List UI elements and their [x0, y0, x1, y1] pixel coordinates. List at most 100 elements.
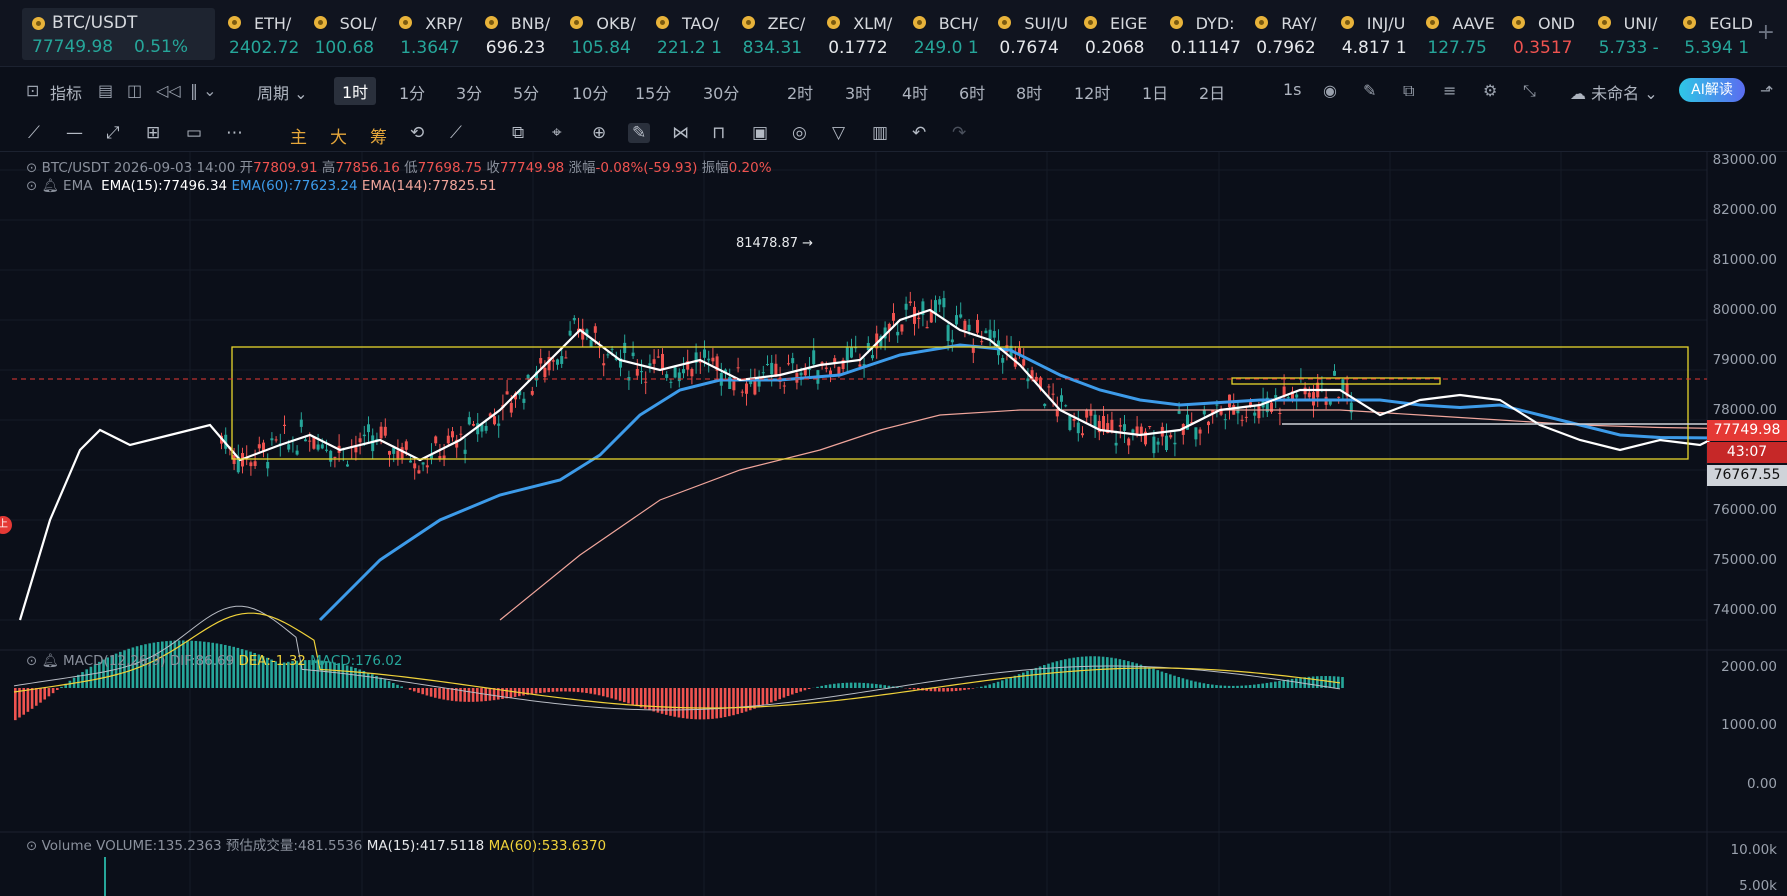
main-ticker[interactable]: BTC/USDT 77749.98 0.51%	[22, 8, 215, 60]
ticker-price[interactable]: 0.7962	[1256, 38, 1315, 58]
period-2日[interactable]: 2日	[1199, 80, 1225, 104]
period-12时[interactable]: 12时	[1074, 80, 1110, 104]
period-2时[interactable]: 2时	[787, 80, 813, 104]
chips-tool[interactable]: 筹	[370, 123, 387, 148]
period-4时[interactable]: 4时	[902, 80, 928, 104]
period-dropdown[interactable]: 周期 ⌄	[257, 80, 308, 104]
period-10分[interactable]: 10分	[572, 80, 608, 104]
ticker-name[interactable]: RAY/	[1281, 14, 1316, 33]
period-8时[interactable]: 8时	[1016, 80, 1042, 104]
fib-icon[interactable]: ⊞	[146, 123, 160, 143]
camera-icon[interactable]: ◉	[1323, 81, 1337, 100]
chart-canvas[interactable]	[0, 152, 1787, 896]
main-tool[interactable]: 主	[290, 123, 307, 148]
period-1分[interactable]: 1分	[399, 80, 425, 104]
period-5分[interactable]: 5分	[513, 80, 539, 104]
ticker-price[interactable]: 0.7674	[999, 38, 1058, 58]
ray-icon[interactable]: ⤢	[106, 123, 120, 143]
ticker-price[interactable]: 5.394 1	[1684, 38, 1749, 58]
chart-area[interactable]: ⊙ BTC/USDT 2026-09-03 14:00 开77809.91 高7…	[0, 152, 1787, 896]
expand-icon[interactable]: ⬏	[1760, 81, 1773, 100]
ticker-price[interactable]: 0.2068	[1085, 38, 1144, 58]
ticker-price[interactable]: 2402.72	[229, 38, 299, 58]
ticker-price[interactable]: 100.68	[315, 38, 374, 58]
ticker-price[interactable]: 0.1772	[828, 38, 887, 58]
ema-toggle-icon[interactable]: ⊙	[26, 178, 37, 194]
ticker-price[interactable]: 127.75	[1427, 38, 1486, 58]
ticker-name[interactable]: OKB/	[596, 14, 635, 33]
calendar-icon[interactable]: ▤	[98, 81, 113, 100]
compress-icon[interactable]: ⤡	[1523, 81, 1536, 101]
lock-icon[interactable]: ⊓	[712, 123, 725, 143]
hide-icon[interactable]: ◎	[792, 123, 807, 143]
ticker-name[interactable]: EGLD	[1709, 14, 1753, 33]
magnet-icon[interactable]: ⋈	[672, 123, 689, 143]
rectangle-icon[interactable]: ▭	[186, 123, 202, 143]
ticker-name[interactable]: EIGE	[1110, 14, 1147, 33]
pen-icon[interactable]: ✎	[1363, 81, 1376, 100]
cycle-icon[interactable]: ⟲	[410, 123, 424, 143]
interval-button[interactable]: 1s	[1283, 80, 1302, 99]
edit-icon[interactable]: ▣	[752, 123, 768, 143]
delete-icon[interactable]: ▥	[872, 123, 888, 143]
ticker-name[interactable]: BNB/	[511, 14, 550, 33]
ticker-price[interactable]: 5.733 -	[1599, 38, 1659, 58]
ticker-name[interactable]: AAVE	[1452, 14, 1494, 33]
ticker-name[interactable]: TAO/	[682, 14, 719, 33]
brush-icon[interactable]: ✎	[628, 123, 651, 143]
ticker-name[interactable]: INJ/U	[1367, 14, 1406, 33]
add-ticker-icon[interactable]: +	[1757, 20, 1775, 45]
ruler-icon[interactable]: ⌖	[552, 123, 562, 143]
indicator-icon[interactable]: ⊡	[26, 81, 39, 100]
bell-icon[interactable]: 🔔︎	[42, 178, 59, 194]
horizontal-line-icon[interactable]: —	[66, 123, 83, 143]
period-6时[interactable]: 6时	[959, 80, 985, 104]
ticker-price[interactable]: 221.2 1	[657, 38, 722, 58]
zoom-icon[interactable]: ⊕	[592, 123, 606, 143]
list-icon[interactable]: ≡	[1443, 81, 1456, 100]
share-icon[interactable]: ⧉	[1403, 81, 1414, 101]
period-3分[interactable]: 3分	[456, 80, 482, 104]
layout-name-dropdown[interactable]: ☁ 未命名 ⌄	[1570, 80, 1658, 104]
ticker-name[interactable]: ZEC/	[768, 14, 806, 33]
period-15分[interactable]: 15分	[635, 80, 671, 104]
ticker-price[interactable]: 105.84	[571, 38, 630, 58]
ticker-price[interactable]: 249.0 1	[914, 38, 979, 58]
ticker-name[interactable]: BCH/	[939, 14, 978, 33]
period-1时[interactable]: 1时	[334, 77, 377, 105]
more-tools-icon[interactable]: ⋯	[226, 123, 243, 143]
ticker-name[interactable]: DYD:	[1196, 14, 1235, 33]
ticker-name[interactable]: SUI/U	[1024, 14, 1068, 33]
ticker-price[interactable]: 696.23	[486, 38, 545, 58]
rewind-icon[interactable]: ◁◁	[156, 81, 181, 100]
period-3时[interactable]: 3时	[845, 80, 871, 104]
ticker-name[interactable]: UNI/	[1624, 14, 1658, 33]
volume-toggle-icon[interactable]: ⊙	[26, 838, 37, 854]
undo-icon[interactable]: ↶	[912, 123, 926, 143]
ticker-name[interactable]: ETH/	[254, 14, 291, 33]
ticker-price[interactable]: 1.3647	[400, 38, 459, 58]
redo-icon[interactable]: ↷	[952, 123, 966, 143]
indicators-button[interactable]: 指标	[50, 80, 82, 104]
ai-analysis-button[interactable]: AI解读	[1679, 78, 1745, 102]
period-1日[interactable]: 1日	[1142, 80, 1168, 104]
settings-icon[interactable]: ⚙	[1483, 81, 1497, 100]
ticker-price[interactable]: 4.817 1	[1342, 38, 1407, 58]
period-30分[interactable]: 30分	[703, 80, 739, 104]
filter-icon[interactable]: ▽	[832, 123, 845, 143]
macd-bell-icon[interactable]: 🔔︎	[42, 653, 59, 669]
ticker-name[interactable]: XLM/	[853, 14, 892, 33]
ticker-price[interactable]: 0.11147	[1171, 38, 1241, 58]
measure-icon[interactable]: ⟋	[450, 123, 462, 143]
copy-icon[interactable]: ⧉	[512, 123, 524, 143]
legend-toggle-icon[interactable]: ⊙	[26, 160, 37, 176]
macd-toggle-icon[interactable]: ⊙	[26, 653, 37, 669]
trendline-icon[interactable]: ⟋	[28, 123, 40, 143]
ticker-name[interactable]: OND	[1538, 14, 1575, 33]
ticker-name[interactable]: SOL/	[340, 14, 377, 33]
ticker-name[interactable]: XRP/	[425, 14, 462, 33]
big-tool[interactable]: 大	[330, 123, 347, 148]
ticker-price[interactable]: 834.31	[743, 38, 802, 58]
ticker-price[interactable]: 0.3517	[1513, 38, 1572, 58]
layout-icon[interactable]: ◫	[127, 81, 142, 100]
